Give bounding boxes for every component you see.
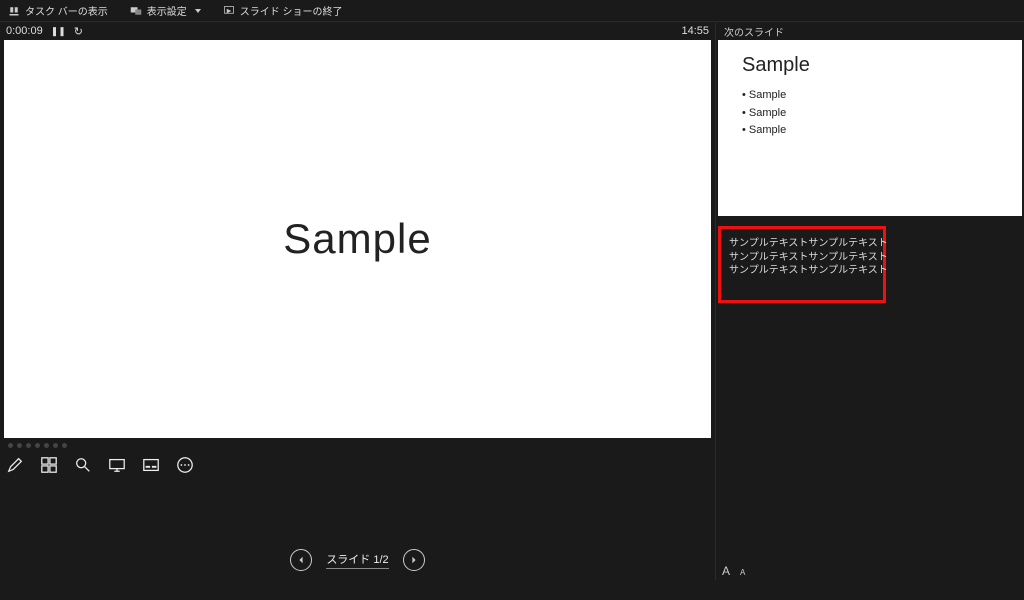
more-options-icon[interactable] [176, 456, 194, 474]
display-settings-label: 表示設定 [147, 3, 187, 18]
subtitle-icon[interactable] [142, 456, 160, 474]
next-slide-title: Sample [742, 54, 998, 77]
presenter-right-pane: 次のスライド Sample Sample Sample Sample サンプルテ… [716, 22, 1024, 580]
show-taskbar-label: タスク バーの表示 [25, 3, 108, 18]
list-item: Sample [742, 87, 998, 105]
main-area: 0:00:09 ❚❚ ↻ 14:55 Sample [0, 22, 1024, 580]
decrease-font-button[interactable]: A [740, 568, 745, 577]
next-slide-bullets: Sample Sample Sample [742, 87, 998, 140]
end-slideshow-label: スライド ショーの終了 [240, 3, 343, 18]
speaker-notes-highlight: サンプルテキストサンプルテキスト サンプルテキストサンプルテキスト サンプルテキ… [718, 226, 886, 303]
reset-timer-button[interactable]: ↻ [74, 25, 83, 38]
all-slides-icon[interactable] [40, 456, 58, 474]
slide-indicator-dots [0, 438, 715, 452]
end-slideshow-button[interactable]: スライド ショーの終了 [223, 3, 343, 18]
top-menu-bar: タスク バーの表示 表示設定 スライド ショーの終了 [0, 0, 1024, 22]
notes-line: サンプルテキストサンプルテキスト [729, 237, 875, 251]
slide-nav-bar: スライド 1/2 [0, 540, 715, 580]
display-settings-button[interactable]: 表示設定 [130, 3, 201, 18]
slide-counter: スライド 1/2 [326, 551, 388, 569]
presenter-left-pane: 0:00:09 ❚❚ ↻ 14:55 Sample [0, 22, 716, 580]
current-slide-title: Sample [283, 215, 431, 263]
notes-panel: サンプルテキストサンプルテキスト サンプルテキストサンプルテキスト サンプルテキ… [716, 226, 1024, 580]
notes-font-controls: A A [722, 564, 745, 578]
elapsed-time: 0:00:09 [6, 25, 43, 37]
pen-tool-icon[interactable] [6, 456, 24, 474]
next-slide-header: 次のスライド [716, 22, 1024, 40]
next-slide-preview[interactable]: Sample Sample Sample Sample [718, 40, 1022, 216]
show-taskbar-button[interactable]: タスク バーの表示 [8, 3, 108, 18]
prev-slide-button[interactable] [290, 549, 312, 571]
zoom-icon[interactable] [74, 456, 92, 474]
notes-line: サンプルテキストサンプルテキスト [729, 251, 875, 265]
list-item: Sample [742, 105, 998, 123]
black-screen-icon[interactable] [108, 456, 126, 474]
dropdown-icon [195, 9, 201, 13]
current-slide-preview[interactable]: Sample [4, 40, 711, 438]
pause-button[interactable]: ❚❚ [51, 26, 66, 37]
next-slide-button[interactable] [403, 549, 425, 571]
list-item: Sample [742, 122, 998, 140]
presenter-toolbar [0, 452, 715, 478]
notes-line: サンプルテキストサンプルテキスト [729, 264, 875, 278]
increase-font-button[interactable]: A [722, 564, 730, 578]
current-time: 14:55 [681, 25, 709, 37]
timer-bar: 0:00:09 ❚❚ ↻ 14:55 [0, 22, 715, 40]
